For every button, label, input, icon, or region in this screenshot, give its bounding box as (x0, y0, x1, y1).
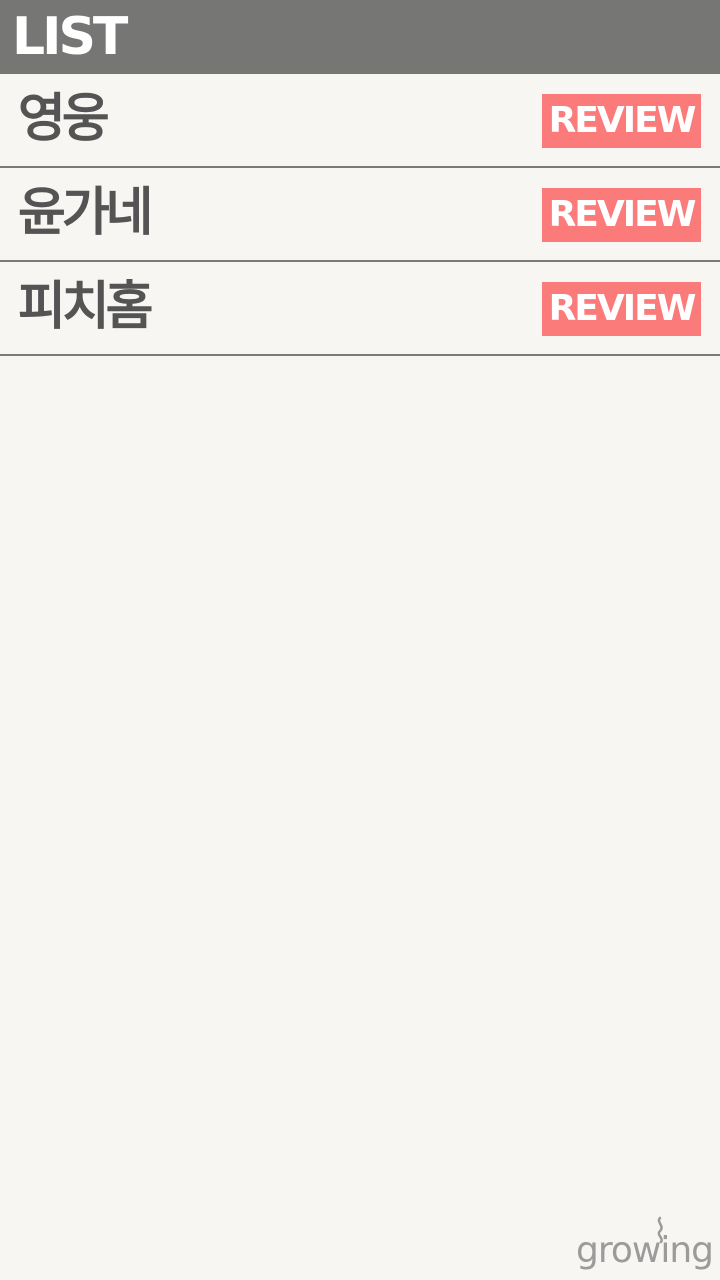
growing-logo: growing (576, 1216, 718, 1276)
page-title: LIST (12, 7, 128, 67)
list-item-name: 피치홈 (18, 277, 154, 337)
app-header: LIST (0, 0, 720, 74)
list-item[interactable]: 피치홈 REVIEW (0, 262, 720, 356)
list-item[interactable]: 영웅 REVIEW (0, 74, 720, 168)
list-item-name: 윤가네 (18, 183, 154, 243)
review-button[interactable]: REVIEW (542, 282, 701, 336)
review-button[interactable]: REVIEW (542, 188, 701, 242)
review-button[interactable]: REVIEW (542, 94, 701, 148)
logo-text: growing (576, 1230, 713, 1271)
list-item[interactable]: 윤가네 REVIEW (0, 168, 720, 262)
growing-logo-mark: growing (576, 1216, 714, 1271)
list-item-name: 영웅 (18, 89, 110, 149)
restaurant-list: 영웅 REVIEW 윤가네 REVIEW 피치홈 REVIEW (0, 74, 720, 356)
